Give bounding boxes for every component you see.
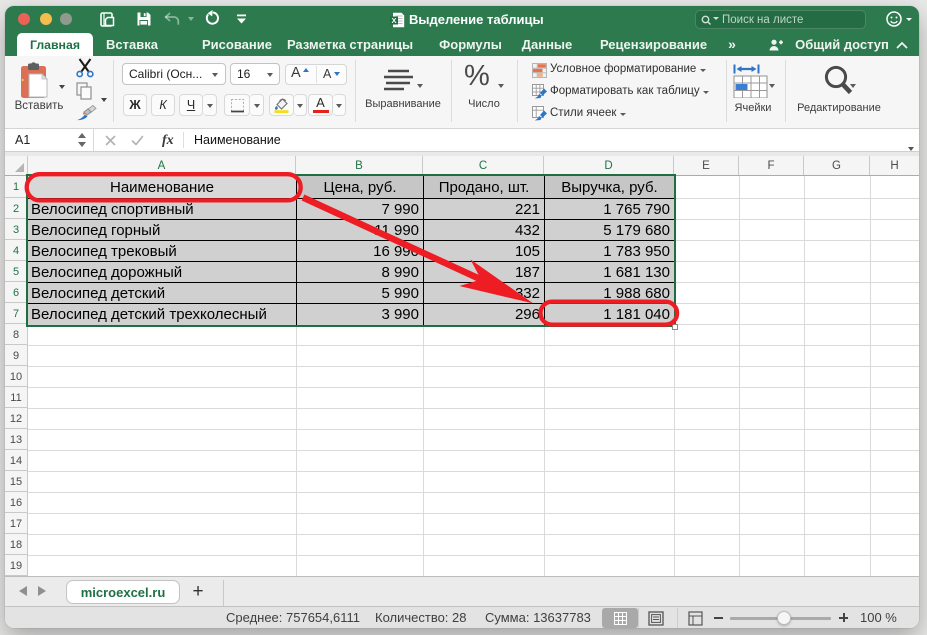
svg-text:X: X (391, 16, 396, 25)
